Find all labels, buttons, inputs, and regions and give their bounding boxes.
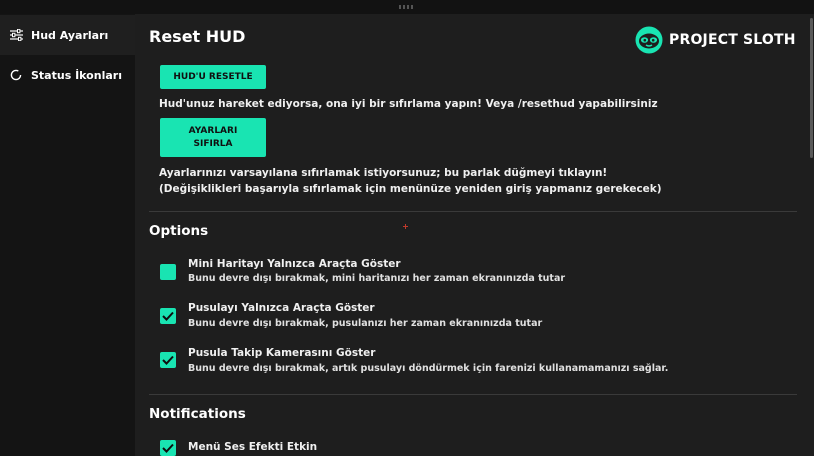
option-title: Pusula Takip Kamerasını Göster [188,347,376,359]
window-drag-bar[interactable] [0,0,814,14]
sidebar-item-label: Status İkonları [31,68,122,82]
project-sloth-logo: PROJECT SLOTH [635,26,796,54]
reset-settings-description: Ayarlarınızı varsayılana sıfırlamak isti… [159,167,608,179]
scrollbar-thumb[interactable] [810,18,813,158]
option-title: Mini Haritayı Yalnızca Araçta Göster [188,258,401,270]
notifications-section-title: Notifications [149,406,246,422]
reset-hud-description: Hud'unuz hareket ediyorsa, ona iyi bir s… [159,98,658,110]
sidebar: Hud Ayarları Status İkonları [0,14,135,456]
reset-hud-button-label: HUD'U RESETLE [173,71,253,82]
divider [149,211,797,212]
checkmark-icon [162,355,174,365]
option-checkbox-compass-camera[interactable] [160,352,176,368]
option-description: Bunu devre dışı bırakmak, pusulanızı her… [188,318,543,329]
crosshair-icon [403,224,408,229]
options-section-title: Options [149,223,209,239]
sidebar-item-hud-settings[interactable]: Hud Ayarları [0,15,135,55]
reset-settings-button-label: SIFIRLA [193,138,233,149]
option-checkbox-minimap[interactable] [160,264,176,280]
sliders-icon [9,28,23,42]
main-panel: Reset HUD PROJECT SLOTH HUD'U RESETLE Hu… [135,14,814,456]
divider [149,394,797,395]
checkmark-icon [162,311,174,321]
reset-settings-button[interactable]: AYARLARI SIFIRLA [160,118,266,157]
app-window: Hud Ayarları Status İkonları Reset HUD P… [0,0,814,456]
checkmark-icon [162,443,174,453]
option-title: Pusulayı Yalnızca Araçta Göster [188,302,375,314]
circle-loader-icon [9,68,23,82]
page-title: Reset HUD [149,27,246,46]
sloth-logo-icon [635,26,663,54]
reset-settings-button-label: AYARLARI [188,125,238,136]
option-description: Bunu devre dışı bırakmak, artık pusulayı… [188,363,669,374]
option-checkbox-menu-sound[interactable] [160,440,176,456]
sidebar-item-label: Hud Ayarları [31,28,109,42]
reset-hud-button[interactable]: HUD'U RESETLE [160,65,266,89]
drag-handle-icon[interactable] [398,5,414,9]
sidebar-item-status-icons[interactable]: Status İkonları [0,55,135,95]
reset-settings-note: (Değişiklikleri başarıyla sıfırlamak içi… [159,183,662,195]
logo-text: PROJECT SLOTH [669,32,796,48]
option-description: Bunu devre dışı bırakmak, mini haritanız… [188,273,566,284]
option-title: Menü Ses Efekti Etkin [188,441,318,453]
option-checkbox-compass-vehicle[interactable] [160,308,176,324]
